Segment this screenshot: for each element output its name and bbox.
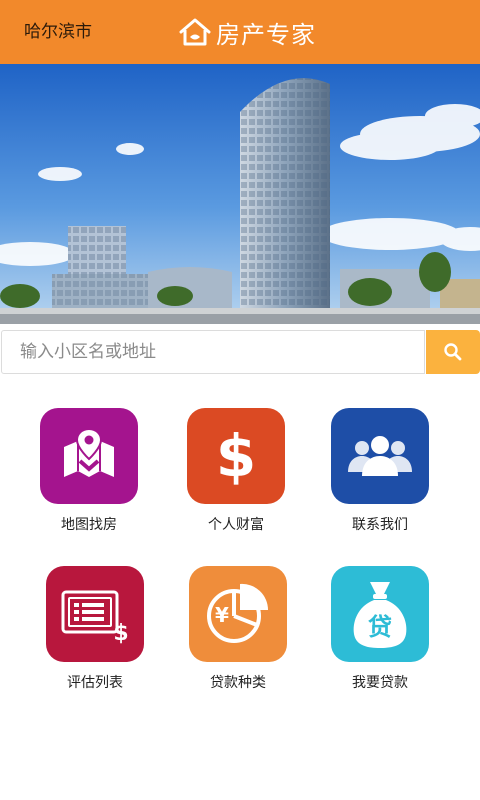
price-list-icon: $ [46, 566, 144, 662]
yen-pie-chart-icon: ¥ [189, 566, 287, 662]
tile-label: 个人财富 [208, 517, 264, 533]
people-icon [331, 408, 429, 504]
tile-valuation-list[interactable]: $ 评估列表 [35, 566, 155, 692]
svg-text:$: $ [113, 621, 128, 644]
app-brand: 房产专家 [178, 14, 316, 50]
tile-apply-loan[interactable]: 贷 我要贷款 [320, 566, 440, 692]
map-pin-icon [40, 408, 138, 504]
money-bag-icon: 贷 [331, 566, 429, 662]
app-title: 房产专家 [216, 20, 316, 49]
app-header: 哈尔滨市 房产专家 [0, 0, 480, 64]
tile-loan-types[interactable]: ¥ 贷款种类 [178, 566, 298, 692]
tile-label: 地图找房 [61, 517, 117, 533]
dollar-icon: $ [187, 408, 285, 504]
search-bar [0, 330, 480, 376]
svg-text:$: $ [216, 422, 256, 490]
house-icon [179, 18, 211, 46]
tile-contact-us[interactable]: 联系我们 [320, 408, 440, 534]
tile-map-search[interactable]: 地图找房 [29, 408, 149, 534]
tile-label: 贷款种类 [210, 675, 266, 691]
banner-image[interactable] [0, 64, 480, 324]
banner-illustration [0, 64, 480, 324]
search-icon [444, 343, 462, 361]
tile-personal-wealth[interactable]: $ 个人财富 [176, 408, 296, 534]
search-input[interactable] [1, 330, 425, 374]
tile-label: 评估列表 [67, 675, 123, 691]
tile-label: 联系我们 [352, 517, 408, 533]
tile-label: 我要贷款 [352, 675, 408, 691]
svg-text:¥: ¥ [215, 603, 229, 627]
svg-text:贷: 贷 [368, 613, 392, 641]
search-button[interactable] [426, 330, 480, 374]
city-selector[interactable]: 哈尔滨市 [24, 20, 92, 44]
